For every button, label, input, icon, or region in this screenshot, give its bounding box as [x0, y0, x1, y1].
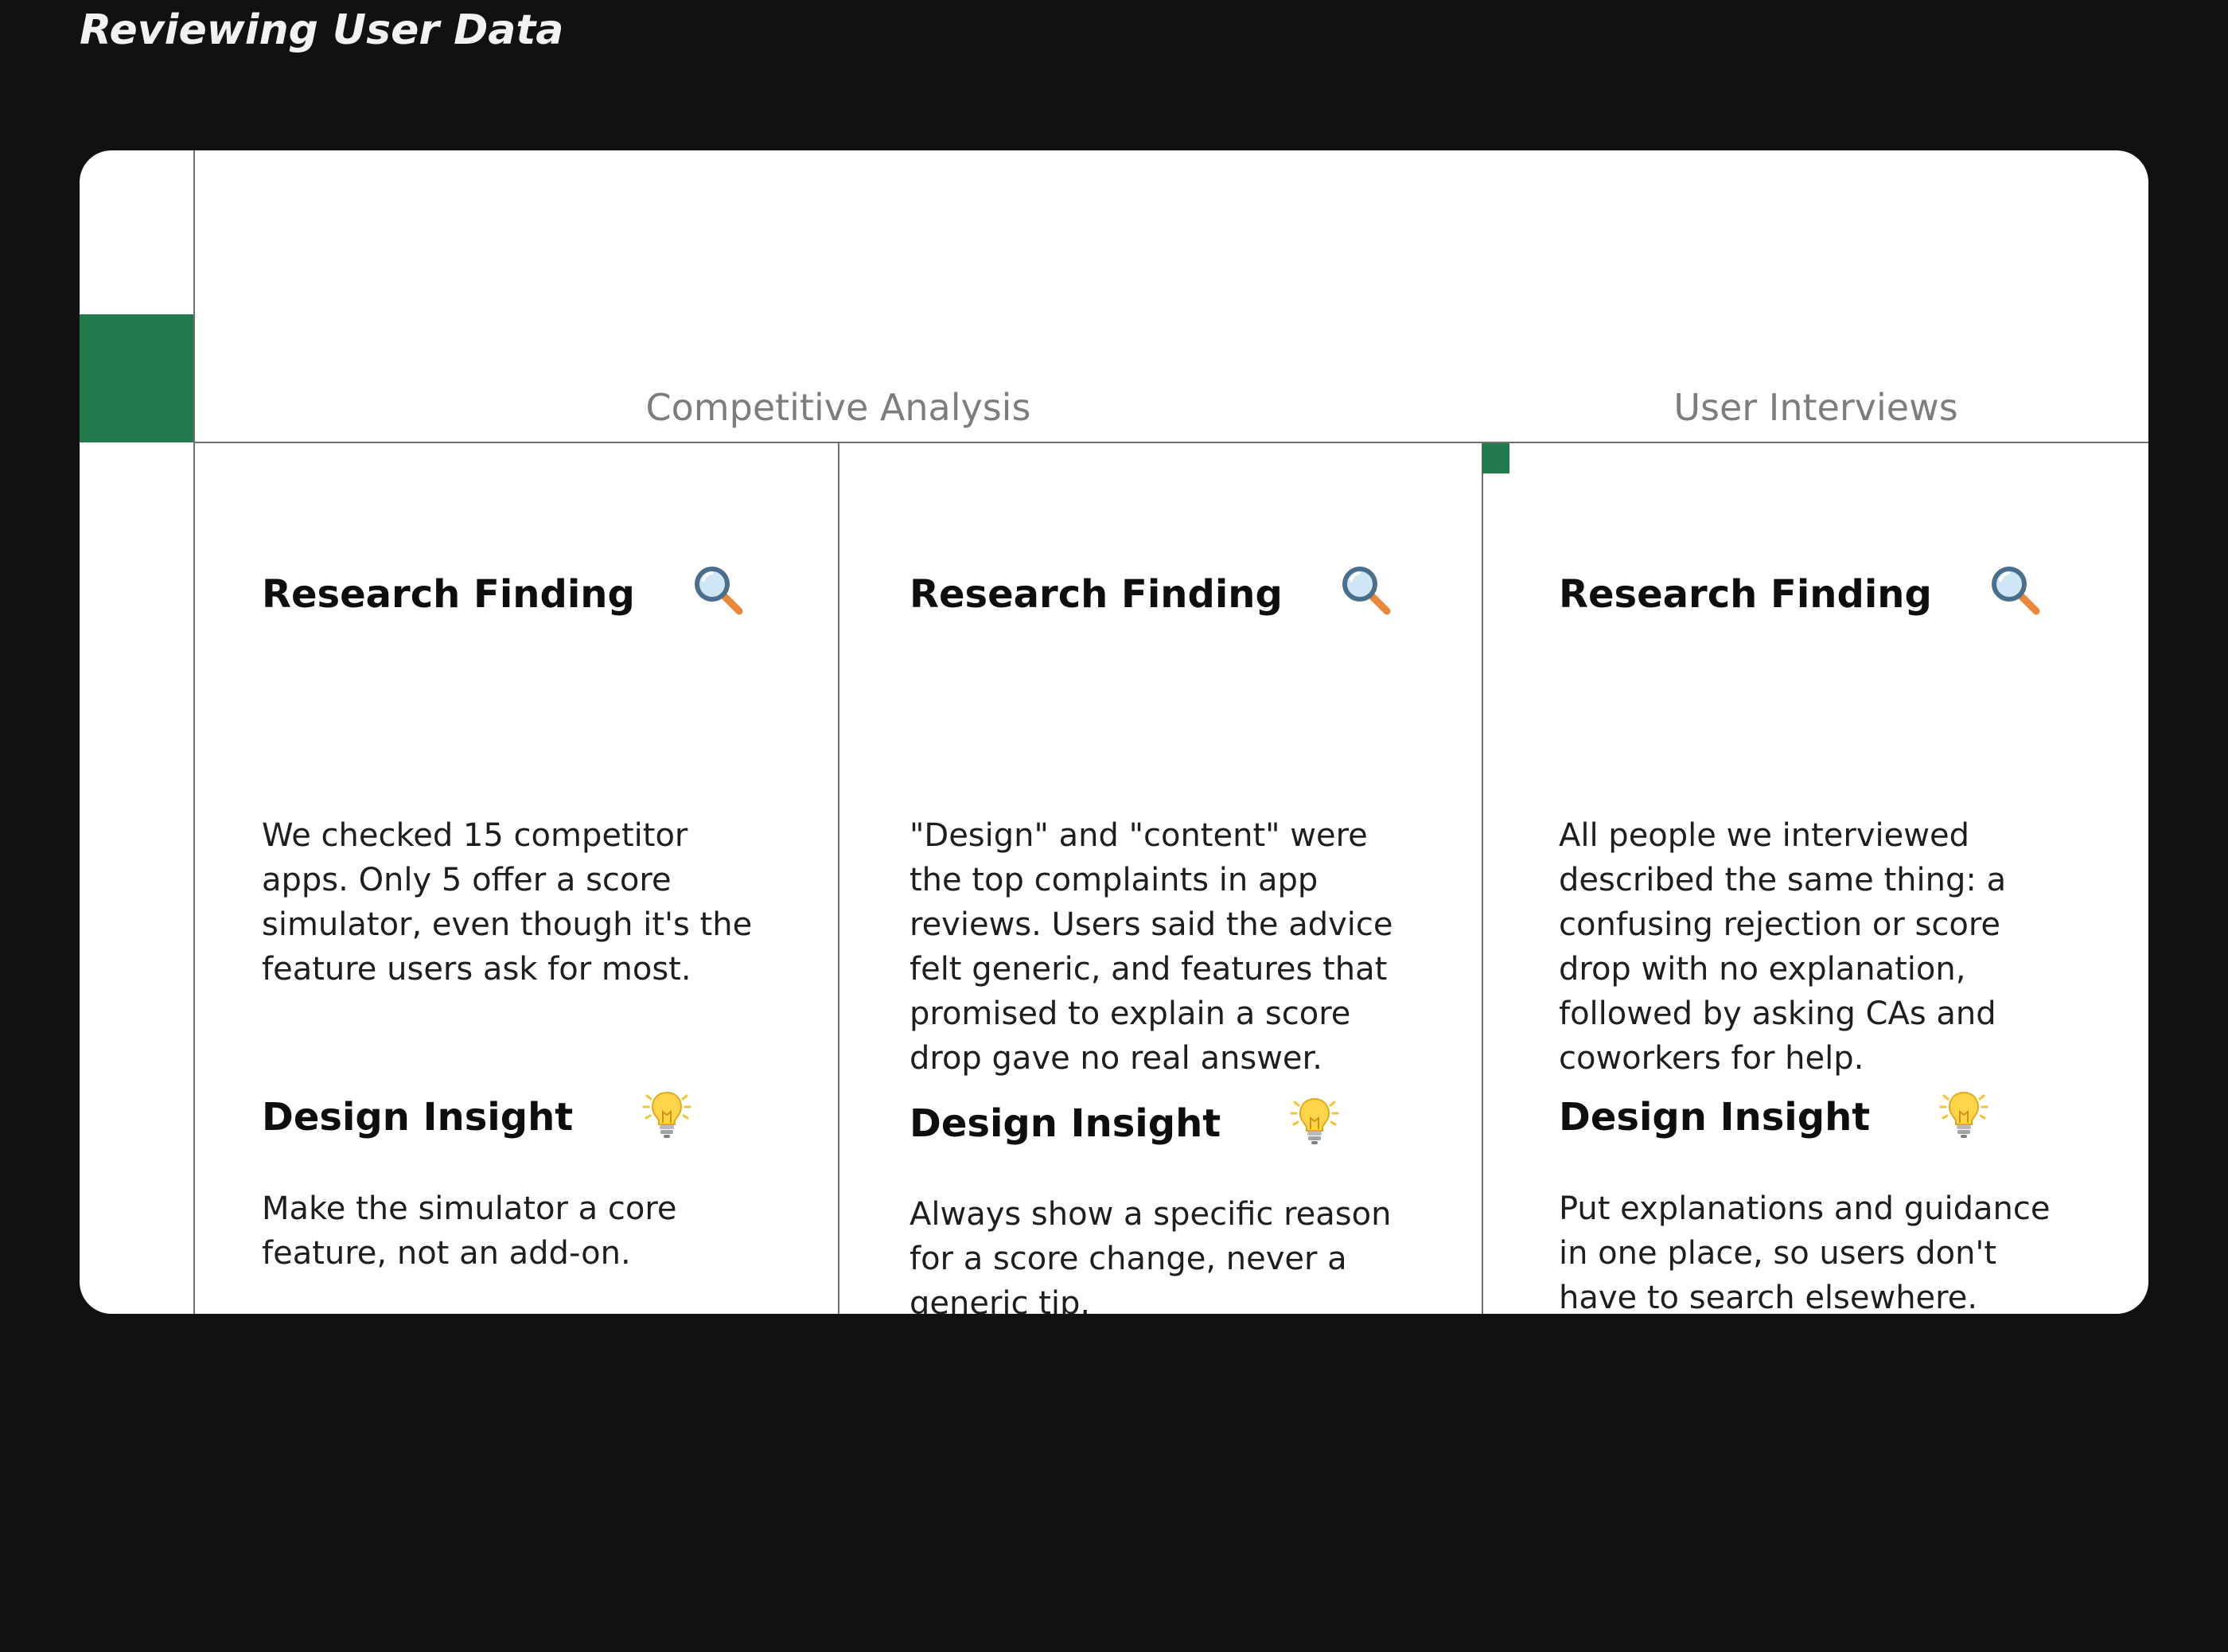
finding-column-2: Research Finding "Design" and "content" …	[910, 150, 1459, 1314]
research-finding-text: We checked 15 competitor apps. Only 5 of…	[262, 817, 753, 988]
design-insight-title: Design Insight	[910, 1101, 1221, 1146]
design-insight-text: Make the simulator a core feature, not a…	[262, 1190, 677, 1272]
accent-marker	[1482, 443, 1509, 473]
research-finding-text: All people we interviewed described the …	[1559, 817, 2007, 1077]
light-bulb-icon	[1287, 1093, 1342, 1148]
column-divider-2	[1482, 442, 1483, 1314]
accent-block	[80, 314, 194, 442]
column-divider-1	[838, 442, 839, 1314]
design-insight-text: Always show a specific reason for a scor…	[910, 1196, 1392, 1314]
research-finding-title: Research Finding	[262, 572, 635, 617]
research-finding-text: "Design" and "content" were the top comp…	[910, 817, 1393, 1077]
row-header-divider	[193, 150, 195, 1314]
finding-column-1: Research Finding We checked 15 competito…	[262, 150, 811, 1314]
finding-column-3: Research Finding All people we interview…	[1559, 150, 2108, 1314]
design-insight-text: Put explanations and guidance in one pla…	[1559, 1190, 2051, 1314]
magnifying-glass-icon	[1988, 563, 2044, 619]
magnifying-glass-icon	[1339, 563, 1395, 619]
research-finding-title: Research Finding	[1559, 572, 1932, 617]
magnifying-glass-icon	[691, 563, 747, 619]
research-summary-card: Competitive Analysis User Interviews Res…	[80, 150, 2148, 1314]
design-insight-title: Design Insight	[1559, 1095, 1871, 1140]
page-title: Reviewing User Data	[80, 6, 564, 54]
light-bulb-icon	[639, 1086, 695, 1142]
design-insight-title: Design Insight	[262, 1095, 574, 1140]
light-bulb-icon	[1936, 1086, 1992, 1142]
research-finding-title: Research Finding	[910, 572, 1283, 617]
